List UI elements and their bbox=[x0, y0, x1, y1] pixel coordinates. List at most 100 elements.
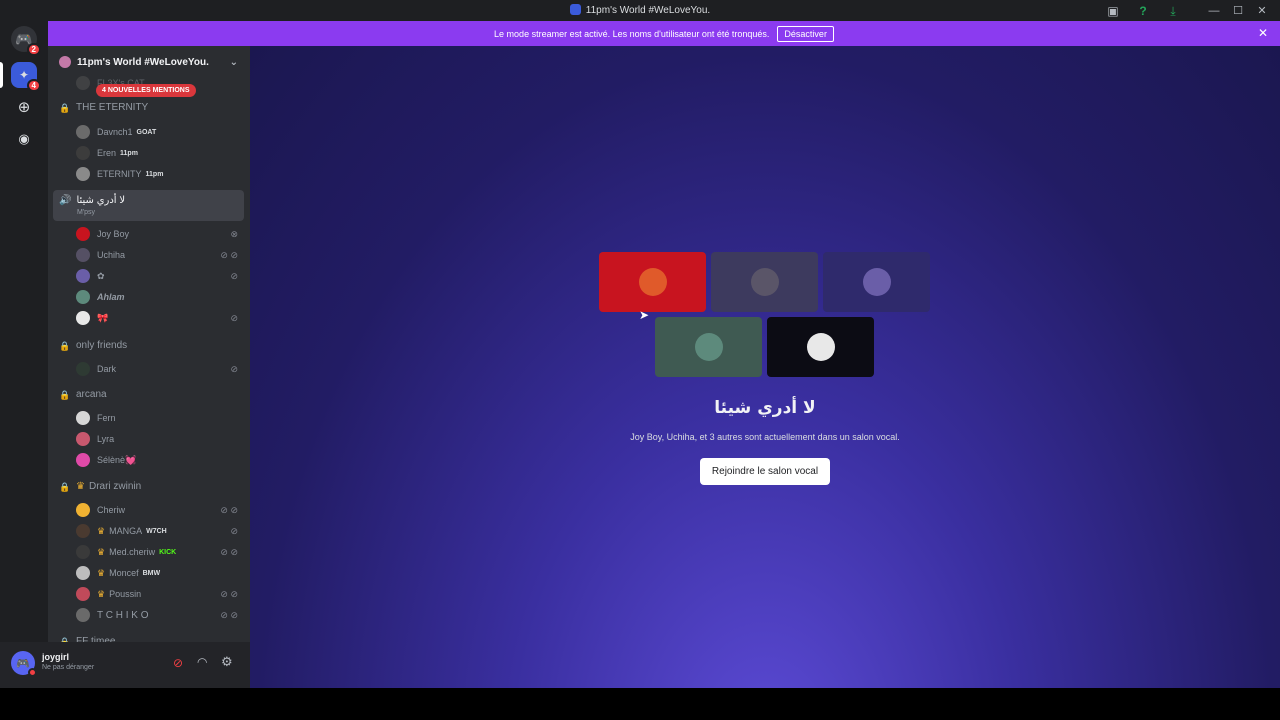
participant-tile-joyboy[interactable] bbox=[599, 252, 706, 312]
member-medcheriw[interactable]: ♛ Med.cheriw KICK ⊘ ⊘ bbox=[76, 543, 244, 561]
xbox-icon: ⊗ bbox=[230, 228, 238, 239]
add-server-button[interactable]: ⊕ bbox=[11, 94, 37, 120]
member-name: Fern bbox=[97, 413, 116, 423]
member-name: Dark bbox=[97, 364, 117, 374]
home-button[interactable]: 🎮 2 bbox=[11, 26, 41, 56]
member-eternity[interactable]: ETERNITY 11pm bbox=[76, 165, 244, 183]
mute-mic-icon[interactable]: ⊘ bbox=[173, 656, 183, 670]
muted-icon: ⊘ bbox=[230, 312, 238, 323]
category-drari-zwinin[interactable]: 🔒 ♛ Drari zwinin bbox=[59, 481, 141, 492]
category-label: only friends bbox=[76, 340, 128, 351]
server-header-icon bbox=[59, 56, 71, 68]
join-voice-button[interactable]: Rejoindre le salon vocal bbox=[700, 458, 830, 485]
explore-button[interactable]: ◉ bbox=[11, 126, 37, 152]
member-fern[interactable]: Fern bbox=[76, 409, 244, 427]
lock-icon: 🔒 bbox=[59, 102, 71, 113]
lock-icon: 🔒 bbox=[59, 340, 71, 351]
category-label: THE ETERNITY bbox=[76, 102, 149, 113]
title-bar: 11pm's World #WeLoveYou. ▣ ? ⤓ — ☐ ✕ bbox=[0, 0, 1280, 21]
member-tag: BMW bbox=[142, 569, 161, 577]
member-tag: 11pm bbox=[120, 149, 138, 157]
participant-tile-3[interactable] bbox=[823, 252, 930, 312]
chevron-down-icon[interactable]: ⌄ bbox=[230, 57, 238, 68]
member-lyra[interactable]: Lyra bbox=[76, 430, 244, 448]
maximize-button[interactable]: ☐ bbox=[1226, 4, 1250, 17]
category-eternity[interactable]: 🔒 THE ETERNITY bbox=[59, 102, 148, 113]
server-icon-11pm[interactable]: ✦ 4 bbox=[11, 62, 41, 92]
avatar bbox=[750, 268, 779, 296]
member-name: MANGA bbox=[109, 526, 143, 536]
user-status: Ne pas déranger bbox=[42, 664, 95, 671]
participant-tile-ahlam[interactable] bbox=[655, 317, 762, 377]
member-flower[interactable]: ✿ ⊘ bbox=[76, 267, 244, 285]
user-avatar[interactable]: 🎮 bbox=[11, 651, 37, 677]
member-name: ETERNITY bbox=[97, 169, 142, 179]
member-name: Poussin bbox=[109, 589, 142, 599]
username: joygirl bbox=[42, 652, 70, 662]
server-mini-icon bbox=[569, 4, 581, 15]
avatar bbox=[806, 333, 835, 361]
speaker-icon: 🔊 bbox=[59, 195, 72, 206]
member-name: Davnch1 bbox=[97, 127, 133, 137]
member-name: Uchiha bbox=[97, 250, 126, 260]
member-ribbon[interactable]: 🎀 ⊘ bbox=[76, 309, 244, 327]
member-name: Moncef bbox=[109, 568, 139, 578]
member-name: 🎀 bbox=[97, 312, 109, 323]
avatar bbox=[76, 411, 90, 425]
member-davnch1[interactable]: Davnch1 GOAT bbox=[76, 123, 244, 141]
muted-deafened-icon: ⊘ ⊘ bbox=[220, 504, 238, 515]
muted-deafened-icon: ⊘ ⊘ bbox=[220, 588, 238, 599]
member-dark[interactable]: Dark ⊘ bbox=[76, 360, 244, 378]
participant-tile-uchiha[interactable] bbox=[711, 252, 818, 312]
member-tchiko[interactable]: T C H I K O ⊘ ⊘ bbox=[76, 606, 244, 624]
member-uchiha[interactable]: Uchiha ⊘ ⊘ bbox=[76, 246, 244, 264]
minimize-button[interactable]: — bbox=[1202, 5, 1226, 17]
member-name: Cheriw bbox=[97, 505, 126, 515]
server-badge: 4 bbox=[26, 79, 41, 92]
member-manga[interactable]: ♛ MANGA W7CH ⊘ bbox=[76, 522, 244, 540]
download-icon[interactable]: ⤓ bbox=[1166, 4, 1180, 18]
help-icon[interactable]: ? bbox=[1136, 4, 1150, 18]
member-tag: 11pm bbox=[145, 170, 164, 178]
member-tag: GOAT bbox=[136, 128, 157, 136]
member-ahlam[interactable]: Ahlam bbox=[76, 288, 244, 306]
avatar bbox=[76, 608, 90, 622]
avatar bbox=[76, 76, 90, 90]
discord-icon: 🎮 bbox=[16, 657, 30, 670]
avatar bbox=[76, 311, 90, 325]
avatar bbox=[76, 167, 90, 181]
voice-channel-selected[interactable]: 🔊 لا أدري شيئا M'psy bbox=[53, 190, 244, 221]
avatar bbox=[76, 524, 90, 538]
gear-icon[interactable]: ⚙ bbox=[221, 654, 233, 670]
member-eren[interactable]: Eren 11pm bbox=[76, 144, 244, 162]
category-arcana[interactable]: 🔒 arcana bbox=[59, 389, 107, 400]
member-cheriw[interactable]: Cheriw ⊘ ⊘ bbox=[76, 501, 244, 519]
new-mentions-pill[interactable]: 4 NOUVELLES MENTIONS bbox=[96, 84, 196, 97]
member-joyboy[interactable]: Joy Boy ⊗ bbox=[76, 225, 244, 243]
voice-channel-subtitle: Joy Boy, Uchiha, et 3 autres sont actuel… bbox=[630, 432, 900, 442]
dnd-status-icon bbox=[28, 668, 37, 677]
member-poussin[interactable]: ♛ Poussin ⊘ ⊘ bbox=[76, 585, 244, 603]
avatar bbox=[76, 248, 90, 262]
bottom-bar bbox=[0, 688, 1280, 720]
avatar bbox=[862, 268, 891, 296]
member-name: Eren bbox=[97, 148, 117, 158]
participant-tile-5[interactable] bbox=[767, 317, 874, 377]
crown-icon: ♛ bbox=[76, 481, 85, 492]
inbox-icon[interactable]: ▣ bbox=[1106, 4, 1120, 18]
crown-icon: ♛ bbox=[97, 546, 106, 557]
close-window-button[interactable]: ✕ bbox=[1250, 4, 1274, 17]
avatar bbox=[76, 146, 90, 160]
window-title-wrap: 11pm's World #WeLoveYou. bbox=[0, 4, 1280, 16]
disable-streamer-button[interactable]: Désactiver bbox=[777, 25, 834, 42]
category-only-friends[interactable]: 🔒 only friends bbox=[59, 340, 127, 351]
plus-icon: ⊕ bbox=[17, 99, 31, 116]
member-selene[interactable]: Sélènè💓 bbox=[76, 451, 244, 469]
member-tag: KICK bbox=[159, 548, 177, 556]
avatar bbox=[76, 227, 90, 241]
banner-close-icon[interactable]: ✕ bbox=[1258, 26, 1268, 40]
avatar bbox=[638, 268, 667, 296]
banner-text: Le mode streamer est activé. Les noms d'… bbox=[494, 28, 770, 39]
member-moncef[interactable]: ♛ Moncef BMW bbox=[76, 564, 244, 582]
headphones-icon[interactable]: ◠ bbox=[197, 655, 207, 669]
